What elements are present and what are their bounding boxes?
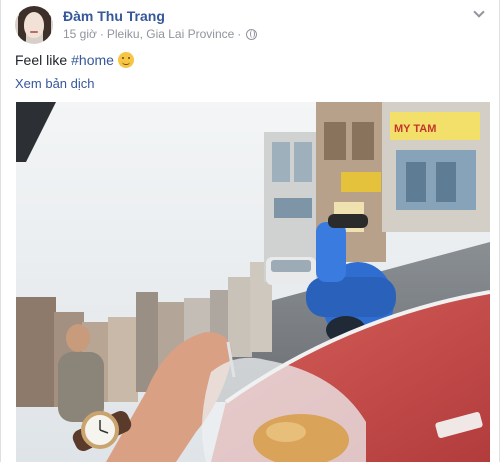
meta-separator: · (99, 27, 104, 41)
meta-separator-2: · (237, 27, 242, 41)
status-text: Feel like (15, 52, 68, 68)
hashtag-link[interactable]: #home (71, 52, 114, 68)
shop-sign: MY TAM (394, 123, 436, 135)
post-timestamp[interactable]: 15 giờ (63, 27, 97, 41)
post-location[interactable]: Pleiku, Gia Lai Province (107, 27, 234, 41)
smiling-face-icon (117, 52, 134, 68)
post-meta: 15 giờ · Pleiku, Gia Lai Province · (63, 27, 258, 41)
globe-icon[interactable] (246, 28, 258, 40)
photo-scene: MY TAM (16, 102, 490, 462)
author-name[interactable]: Đàm Thu Trang (63, 8, 165, 24)
post-status: Feel like #home (15, 52, 134, 68)
see-translation-link[interactable]: Xem bản dịch (15, 76, 95, 91)
author-avatar[interactable] (15, 6, 53, 44)
facebook-post: Đàm Thu Trang 15 giờ · Pleiku, Gia Lai P… (0, 0, 500, 462)
post-photo[interactable]: MY TAM (16, 102, 490, 462)
chevron-down-icon[interactable] (473, 8, 485, 20)
